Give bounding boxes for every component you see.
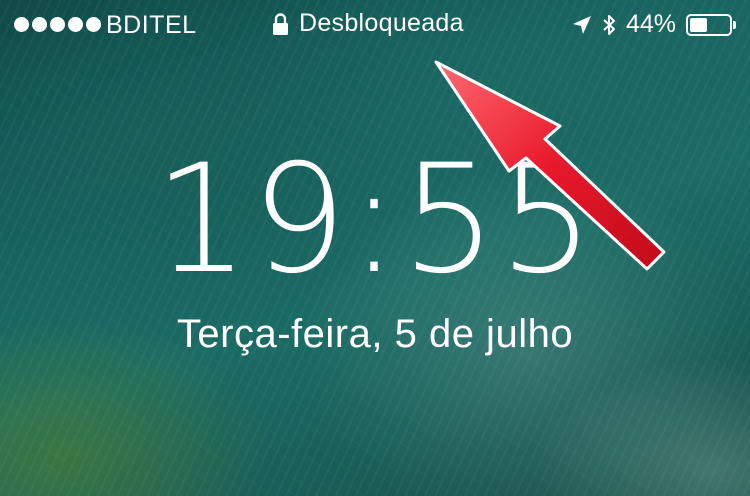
battery-icon (686, 13, 736, 36)
signal-dot (68, 17, 83, 32)
bluetooth-icon (603, 14, 615, 35)
battery-percent: 44% (625, 10, 676, 38)
lock-screen-date: Terça-feira, 5 de julho (176, 312, 574, 356)
battery-fill (690, 17, 707, 32)
status-bar: BDITEL Desbloqueada 44% (0, 0, 750, 50)
signal-dot (14, 17, 29, 32)
lock-status: Desbloqueada (272, 9, 464, 38)
status-right-group: 44% (572, 10, 736, 39)
signal-dot (86, 17, 101, 32)
signal-dot (50, 17, 65, 32)
signal-dots-icon (14, 17, 101, 32)
location-arrow-icon (572, 15, 591, 34)
lock-status-label: Desbloqueada (299, 9, 464, 37)
lock-icon (273, 12, 288, 35)
signal-dot (32, 17, 47, 32)
carrier-name: BDITEL (106, 11, 197, 39)
lock-screen-time: 19:55 (153, 133, 597, 307)
